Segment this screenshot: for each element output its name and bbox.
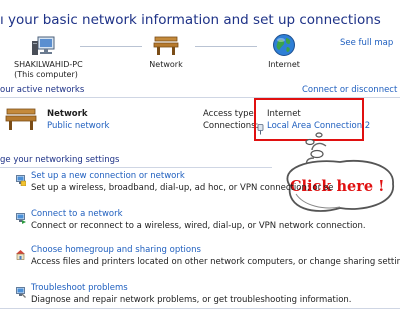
internet-globe-icon xyxy=(272,33,296,57)
computer-icon xyxy=(31,36,61,58)
network-type-link[interactable]: Public network xyxy=(47,121,109,131)
task-troubleshoot-desc: Diagnose and repair network problems, or… xyxy=(31,295,352,305)
task-connect-network-link[interactable]: Connect to a network xyxy=(31,209,123,219)
networking-settings-label: ge your networking settings xyxy=(0,155,120,165)
network-node-label: Network xyxy=(149,60,183,69)
click-here-callout xyxy=(286,132,394,212)
see-full-map-link[interactable]: See full map xyxy=(340,38,393,48)
task-connect-network-desc: Connect or reconnect to a wireless, wire… xyxy=(31,221,366,231)
internet-node-label: Internet xyxy=(268,60,300,69)
bottom-divider xyxy=(0,308,400,309)
connect-disconnect-link[interactable]: Connect or disconnect xyxy=(302,85,397,95)
map-connector-right xyxy=(195,46,257,47)
computer-sub-label: (This computer) xyxy=(14,70,78,79)
active-networks-label: our active networks xyxy=(0,85,85,95)
network-bench-icon xyxy=(152,34,180,56)
connect-network-icon xyxy=(16,209,26,224)
computer-name-label: SHAKILWAHID-PC xyxy=(14,60,83,69)
task-troubleshoot-link[interactable]: Troubleshoot problems xyxy=(31,283,128,293)
active-network-name: Network xyxy=(47,109,88,119)
homegroup-icon xyxy=(15,245,26,260)
access-type-label: Access type: xyxy=(203,109,257,119)
task-homegroup-desc: Access files and printers located on oth… xyxy=(31,257,400,267)
new-connection-icon xyxy=(16,171,27,187)
task-setup-connection-desc: Set up a wireless, broadband, dial-up, a… xyxy=(31,183,334,193)
page-title: ı your basic network information and set… xyxy=(0,12,381,28)
task-homegroup-link[interactable]: Choose homegroup and sharing options xyxy=(31,245,201,255)
map-connector-left xyxy=(80,46,142,47)
troubleshoot-icon xyxy=(16,283,26,298)
task-setup-connection-link[interactable]: Set up a new connection or network xyxy=(31,171,185,181)
connections-label: Connections: xyxy=(203,121,259,131)
active-network-bench-icon xyxy=(4,107,38,131)
networking-settings-divider xyxy=(0,167,272,168)
